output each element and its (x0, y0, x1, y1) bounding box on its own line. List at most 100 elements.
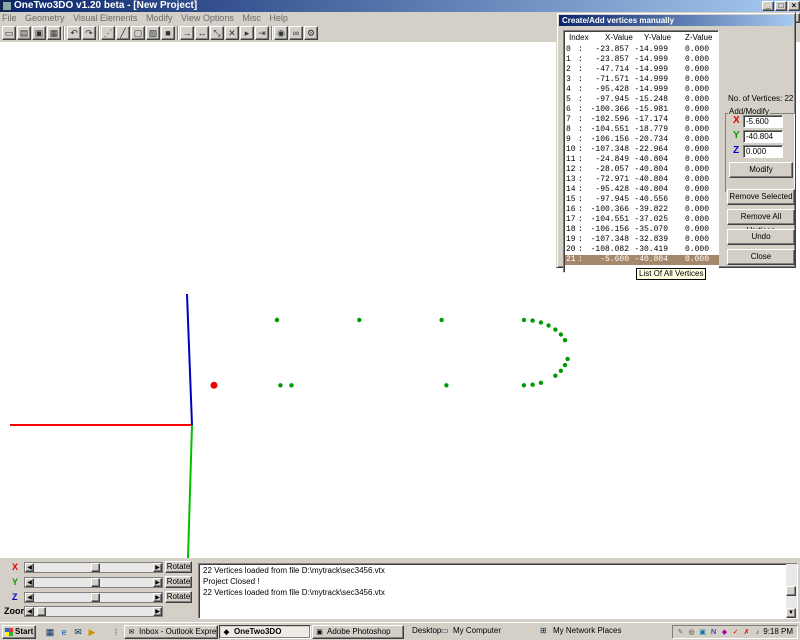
save-icon[interactable]: ▣ (32, 26, 46, 40)
vertex-row[interactable]: 21: -5.600 -40.804 0.000 (565, 255, 719, 265)
show-desktop-icon[interactable]: ▦ (44, 626, 56, 638)
selected-vertex-point[interactable] (210, 381, 218, 389)
vertex-point[interactable] (521, 317, 527, 323)
start-button[interactable]: Start (2, 625, 36, 639)
my-computer-icon[interactable]: ▭ (441, 625, 449, 639)
vertex-point[interactable] (530, 382, 535, 387)
tray-camera-icon[interactable]: ◎ (687, 628, 696, 637)
menu-visual-elements[interactable]: Visual Elements (73, 13, 137, 23)
vertex-row[interactable]: 18: -106.156 -35.070 0.000 (565, 225, 719, 235)
vertex-row[interactable]: 10: -107.348 -22.964 0.000 (565, 145, 719, 155)
menu-file[interactable]: File (2, 13, 17, 23)
menu-modify[interactable]: Modify (146, 13, 173, 23)
vertex-row[interactable]: 6: -100.366 -15.981 0.000 (565, 105, 719, 115)
slider-right-arrow-icon[interactable]: ▶ (153, 607, 162, 616)
move-both-icon[interactable]: ↔ (195, 26, 209, 40)
tray-network-icon[interactable]: N (709, 628, 718, 637)
rotate-x-slider[interactable]: ◀ ▶ (24, 562, 163, 573)
vertex-point[interactable] (444, 383, 449, 388)
open-icon[interactable]: ▤ (17, 26, 31, 40)
menu-help[interactable]: Help (269, 13, 288, 23)
z-value-input[interactable]: 0.000 (743, 145, 783, 158)
menu-geometry[interactable]: Geometry (25, 13, 65, 23)
vertex-row[interactable]: 14: -95.428 -40.804 0.000 (565, 185, 719, 195)
my-computer-label[interactable]: My Computer (453, 625, 501, 639)
rotate-icon[interactable]: ✕ (225, 26, 239, 40)
log-scroll-thumb[interactable] (786, 586, 796, 596)
scale-icon[interactable]: ⤡ (210, 26, 224, 40)
redo-icon[interactable]: ↷ (82, 26, 96, 40)
vertex-row[interactable]: 20: -108.082 -30.419 0.000 (565, 245, 719, 255)
slider-left-arrow-icon[interactable]: ◀ (25, 563, 34, 572)
slider-right-arrow-icon[interactable]: ▶ (153, 563, 162, 572)
vertex-row[interactable]: 8: -104.551 -18.779 0.000 (565, 125, 719, 135)
network-places-icon[interactable]: ⊞ (540, 625, 547, 639)
zoom-slider[interactable]: ◀ ▶ (24, 606, 163, 617)
vertex-point[interactable] (274, 317, 280, 323)
menu-misc[interactable]: Misc (242, 13, 261, 23)
vertex-point[interactable] (538, 320, 544, 325)
remove-all-vertices-button[interactable]: Remove All Vertices (727, 209, 795, 235)
vertex-row[interactable]: 13: -72.971 -40.804 0.000 (565, 175, 719, 185)
task-onetwo3do[interactable]: ◆ OneTwo3DO (219, 625, 311, 639)
slider-left-arrow-icon[interactable]: ◀ (25, 593, 34, 602)
vertex-row[interactable]: 5: -97.945 -15.248 0.000 (565, 95, 719, 105)
maximize-button[interactable]: □ (775, 1, 787, 11)
glasses-icon[interactable]: ∞ (289, 26, 303, 40)
remove-selected-button[interactable]: Remove Selected (727, 189, 795, 205)
vertex-point[interactable] (553, 373, 558, 378)
vertex-row[interactable]: 12: -28.057 -40.804 0.000 (565, 165, 719, 175)
save-as-icon[interactable]: ▦ (47, 26, 61, 40)
vertex-row[interactable]: 7: -102.596 -17.174 0.000 (565, 115, 719, 125)
slider-right-arrow-icon[interactable]: ▶ (153, 593, 162, 602)
vertex-row[interactable]: 1: -23.857 -14.999 0.000 (565, 55, 719, 65)
internet-explorer-icon[interactable]: e (58, 626, 70, 638)
tray-antivirus-icon[interactable]: ✓ (731, 628, 740, 637)
vertex-row[interactable]: 4: -95.428 -14.999 0.000 (565, 85, 719, 95)
vertex-point[interactable] (562, 362, 568, 368)
minimize-button[interactable]: _ (762, 1, 774, 11)
vertex-point[interactable] (278, 383, 283, 388)
menu-view-options[interactable]: View Options (181, 13, 234, 23)
rotate-y-button[interactable]: Rotate (165, 576, 192, 588)
vertex-point[interactable] (558, 368, 564, 373)
vertex-point[interactable] (553, 327, 558, 332)
undo-button[interactable]: Undo (727, 229, 795, 245)
slider-right-arrow-icon[interactable]: ▶ (153, 578, 162, 587)
task-outlook[interactable]: ✉ Inbox - Outlook Express (124, 625, 218, 639)
vertex-point[interactable] (562, 338, 568, 343)
outlook-quicklaunch-icon[interactable]: ✉ (72, 626, 84, 638)
slider-left-arrow-icon[interactable]: ◀ (25, 578, 34, 587)
close-window-button[interactable]: × (788, 1, 800, 11)
message-log[interactable]: 22 Vertices loaded from file D:\mytrack\… (198, 563, 798, 619)
vertex-point[interactable] (530, 318, 535, 323)
slider-thumb[interactable] (91, 563, 100, 572)
vertex-point[interactable] (289, 383, 294, 388)
modify-button[interactable]: Modify (729, 162, 793, 178)
vertex-point[interactable] (521, 383, 527, 388)
network-places-label[interactable]: My Network Places (553, 625, 621, 639)
vertex-row[interactable]: 15: -97.945 -40.556 0.000 (565, 195, 719, 205)
slider-left-arrow-icon[interactable]: ◀ (25, 607, 34, 616)
vertex-point[interactable] (357, 317, 362, 323)
move-icon[interactable]: → (180, 26, 194, 40)
settings-icon[interactable]: ⚙ (304, 26, 318, 40)
slider-thumb[interactable] (37, 607, 46, 616)
log-scrollbar[interactable]: ▼ (786, 564, 797, 618)
x-value-input[interactable]: -5.600 (743, 115, 783, 128)
y-value-input[interactable]: -40.804 (743, 130, 783, 143)
scroll-down-arrow-icon[interactable]: ▼ (786, 608, 796, 618)
close-dialog-button[interactable]: Close (727, 249, 795, 265)
vertex-row[interactable]: 9: -106.156 -20.734 0.000 (565, 135, 719, 145)
slider-thumb[interactable] (91, 578, 100, 587)
rotate-z-slider[interactable]: ◀ ▶ (24, 592, 163, 603)
vertex-point[interactable] (439, 317, 444, 323)
vertex-row[interactable]: 11: -24.849 -40.804 0.000 (565, 155, 719, 165)
play-icon[interactable]: ▸ (240, 26, 254, 40)
draw-rect-icon[interactable]: ▢ (131, 26, 145, 40)
texture-icon[interactable]: ▧ (146, 26, 160, 40)
vertex-point[interactable] (565, 356, 570, 362)
eye-icon[interactable]: ◉ (274, 26, 288, 40)
vertex-row[interactable]: 2: -47.714 -14.999 0.000 (565, 65, 719, 75)
vertex-row[interactable]: 19: -107.348 -32.839 0.000 (565, 235, 719, 245)
